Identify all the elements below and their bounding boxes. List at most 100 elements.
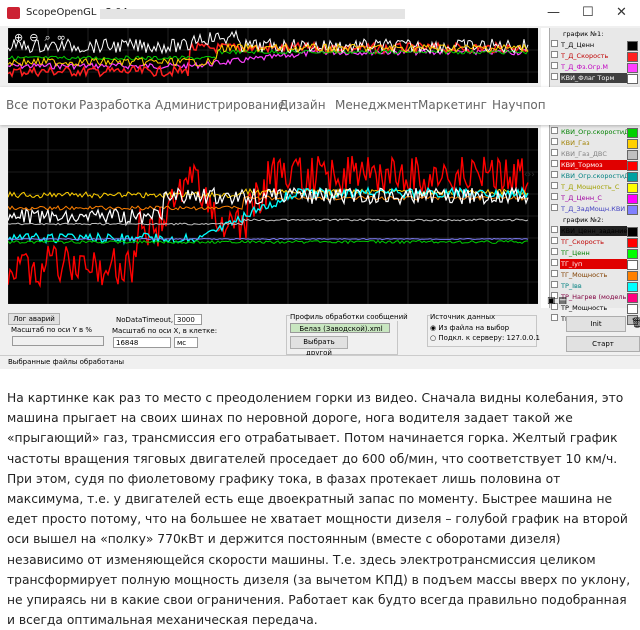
legend-label: Т_Д_Ценн_С <box>561 194 602 202</box>
start-button[interactable]: Старт <box>566 336 640 352</box>
legend-color-swatch[interactable] <box>627 52 638 62</box>
legend-color-swatch[interactable] <box>627 227 638 237</box>
legend-item[interactable]: Т_Д_Ценн_С <box>549 193 638 204</box>
legend-checkbox[interactable] <box>551 182 558 189</box>
legend-color-swatch[interactable] <box>627 238 638 248</box>
legend-checkbox[interactable] <box>551 204 558 211</box>
legend-label: Т_Д_ЗадМощн.КВИ <box>561 205 626 213</box>
maximize-button[interactable]: ☐ <box>582 5 594 20</box>
legend-color-swatch[interactable] <box>627 63 638 73</box>
legend-color-swatch[interactable] <box>627 183 638 193</box>
legend-checkbox[interactable] <box>551 237 558 244</box>
zoom-out-icon[interactable]: ⊖ <box>29 31 38 44</box>
scope-plot-2[interactable] <box>8 128 538 304</box>
legend-item[interactable]: КВИ_Огр.скоростиДВ <box>549 127 638 138</box>
legend-checkbox[interactable] <box>551 51 558 58</box>
legend-checkbox[interactable] <box>551 314 558 321</box>
legend-color-swatch[interactable] <box>627 150 638 160</box>
legend-color-swatch[interactable] <box>627 172 638 182</box>
legend-checkbox[interactable] <box>551 171 558 178</box>
save-icon[interactable]: ▣ <box>547 296 556 306</box>
scope-plot-1[interactable] <box>8 28 538 83</box>
legend-label: КВИ_Газ_ДВС <box>561 150 607 158</box>
legend-label: ТГ_Ценн <box>561 249 590 257</box>
article-paragraph: На картинке как раз то место с преодолен… <box>7 391 631 628</box>
legend-color-swatch[interactable] <box>627 205 638 215</box>
legend-label: ТР_Мощность <box>561 304 608 312</box>
legend-color-swatch[interactable] <box>627 271 638 281</box>
source-group-label: Источник данных <box>430 313 496 321</box>
color-icon[interactable]: ▤ <box>558 296 567 306</box>
expand-arrows-icon[interactable]: ‹›› <box>524 170 535 180</box>
legend-item[interactable]: КВИ_Газ_ДВС <box>549 149 638 160</box>
legend-item[interactable]: КВИ_Огр.скоростиДВ <box>549 171 638 182</box>
legend-color-swatch[interactable] <box>627 282 638 292</box>
nav-item-popsci[interactable]: Научпоп <box>492 98 546 112</box>
legend-item[interactable]: Т_Д_ЗадМощн.КВИ <box>549 204 638 215</box>
scale-x-input[interactable]: 16848 <box>113 337 171 348</box>
init-button[interactable]: Init <box>566 316 626 332</box>
zoom-icon[interactable]: ⌕ <box>44 31 50 44</box>
legend-checkbox[interactable] <box>551 149 558 156</box>
legend-label: КВИ_Флаг Торм <box>560 73 627 83</box>
zoom-in-icon[interactable]: ⊕ <box>14 31 23 44</box>
plot-1-canvas <box>8 28 538 83</box>
legend-item[interactable]: ТР_Iвв <box>549 281 638 292</box>
legend-item[interactable]: ТГ_Ценн <box>549 248 638 259</box>
legend-checkbox[interactable] <box>551 127 558 134</box>
choose-profile-button[interactable]: Выбрать другой <box>290 336 348 357</box>
legend-item[interactable]: КВИ_Ценн_задание ТГ <box>549 226 638 237</box>
binoculars-icon[interactable]: ∞ <box>57 31 66 44</box>
status-text: Выбранные файлы обработаны <box>8 358 125 366</box>
legend-color-swatch[interactable] <box>627 260 638 270</box>
nodata-input[interactable]: 3000 <box>174 314 202 325</box>
scale-x-label: Масштаб по оси X, в клетке: <box>112 327 218 335</box>
legend-color-swatch[interactable] <box>627 293 638 303</box>
profile-group <box>286 315 398 355</box>
legend-checkbox[interactable] <box>551 259 558 266</box>
legend-item[interactable]: Т_Д_Скорость <box>549 51 638 62</box>
legend-item[interactable]: КВИ_Тормоз <box>549 160 638 171</box>
trash-icon[interactable]: 🗑 <box>631 318 640 329</box>
legend-checkbox[interactable] <box>551 160 558 167</box>
source-server-radio[interactable]: ○ Подкл. к серверу: 127.0.0.1 <box>430 334 540 342</box>
nav-item-development[interactable]: Разработка <box>79 98 151 112</box>
close-button[interactable]: ✕ <box>616 5 627 20</box>
scale-x-unit[interactable]: мс <box>174 337 198 348</box>
legend-checkbox[interactable] <box>551 226 558 233</box>
legend-color-swatch[interactable] <box>627 249 638 259</box>
legend-item[interactable]: Т_Д_Мощность_С <box>549 182 638 193</box>
legend-item[interactable]: Т_Д_Фз.Огр.М <box>549 62 638 73</box>
legend-checkbox[interactable] <box>551 73 558 80</box>
legend-color-swatch[interactable] <box>627 41 638 51</box>
legend-checkbox[interactable] <box>551 193 558 200</box>
nav-item-all[interactable]: Все потоки <box>6 98 77 112</box>
legend-item[interactable]: КВИ_Флаг Торм <box>549 73 638 84</box>
legend-color-swatch[interactable] <box>627 74 638 84</box>
legend-item[interactable]: ТГ_Iуп <box>549 259 638 270</box>
legend-checkbox[interactable] <box>551 62 558 69</box>
legend-item[interactable]: Т_Д_Ценн <box>549 40 638 51</box>
legend-color-swatch[interactable] <box>627 194 638 204</box>
source-file-radio[interactable]: ◉ Из файла на выбор <box>430 324 509 332</box>
legend-item[interactable]: ТГ_Мощность <box>549 270 638 281</box>
minimize-button[interactable]: — <box>547 5 560 20</box>
legend-checkbox[interactable] <box>551 248 558 255</box>
legend-checkbox[interactable] <box>551 281 558 288</box>
nav-item-administration[interactable]: Администрирование <box>155 98 285 112</box>
profile-group-label: Профиль обработки сообщений <box>290 313 408 321</box>
log-button[interactable]: Лог аварий <box>8 313 60 325</box>
legend-item[interactable]: КВИ_Газ <box>549 138 638 149</box>
legend-color-swatch[interactable] <box>627 128 638 138</box>
nav-item-marketing[interactable]: Маркетинг <box>418 98 487 112</box>
nav-item-management[interactable]: Менеджмент <box>335 98 418 112</box>
scale-y-slider[interactable] <box>12 336 104 346</box>
legend-color-swatch[interactable] <box>627 304 638 314</box>
legend-checkbox[interactable] <box>551 40 558 47</box>
legend-checkbox[interactable] <box>551 138 558 145</box>
legend-color-swatch[interactable] <box>627 161 638 171</box>
legend-checkbox[interactable] <box>551 270 558 277</box>
legend-item[interactable]: ТГ_Скорость <box>549 237 638 248</box>
nav-item-design[interactable]: Дизайн <box>279 98 326 112</box>
legend-color-swatch[interactable] <box>627 139 638 149</box>
